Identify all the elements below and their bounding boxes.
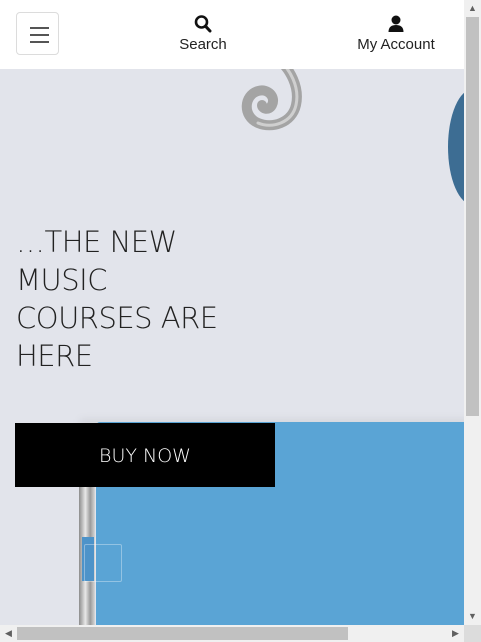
menu-bar: [30, 34, 49, 36]
page-viewport: Search My Account …THE NEW MUSIC COURSES…: [0, 0, 464, 625]
treble-clef-image: [241, 69, 302, 131]
scroll-down-arrow-icon[interactable]: ▼: [464, 608, 481, 625]
scroll-up-arrow-icon[interactable]: ▲: [464, 0, 481, 17]
nav-my-account[interactable]: My Account: [350, 14, 442, 53]
site-header: Search My Account: [0, 0, 464, 69]
horizontal-scrollbar[interactable]: ◀ ▶: [0, 625, 464, 642]
horizontal-scroll-thumb[interactable]: [17, 627, 348, 640]
nav-account-label: My Account: [357, 36, 435, 53]
menu-bar: [30, 27, 49, 29]
menu-bar: [30, 41, 49, 43]
search-icon: [194, 15, 212, 33]
scrollbar-corner: [464, 625, 481, 642]
buy-now-button[interactable]: BUY NOW: [15, 423, 275, 487]
user-icon: [388, 15, 404, 32]
scroll-right-arrow-icon[interactable]: ▶: [447, 625, 464, 642]
hero-title-line: MUSIC: [16, 263, 107, 297]
hero-title-line: HERE: [16, 339, 93, 373]
scroll-left-arrow-icon[interactable]: ◀: [0, 625, 17, 642]
vertical-scroll-thumb[interactable]: [466, 17, 479, 416]
pen-shadow: [84, 544, 122, 582]
hero-banner: …THE NEW MUSIC COURSES ARE HERE BUY NOW: [0, 69, 464, 625]
nav-search[interactable]: Search: [172, 14, 234, 53]
nav-search-label: Search: [179, 36, 227, 53]
hero-title-line: …THE NEW: [16, 225, 177, 259]
menu-button[interactable]: [16, 12, 59, 55]
vertical-scrollbar[interactable]: ▲ ▼: [464, 0, 481, 625]
headphones-image: [448, 89, 464, 205]
hero-title-line: COURSES ARE: [16, 301, 218, 335]
hero-title: …THE NEW MUSIC COURSES ARE HERE: [16, 223, 276, 375]
